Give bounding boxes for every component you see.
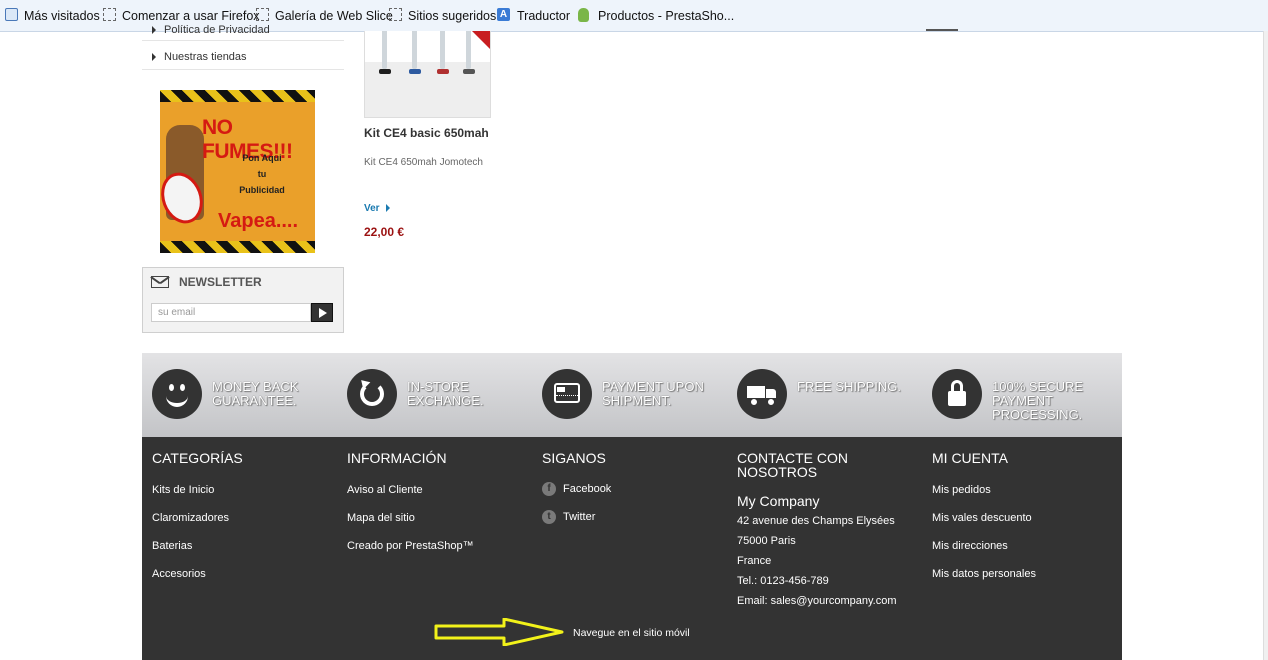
footer-link-vouchers[interactable]: Mis vales descuento bbox=[932, 512, 1032, 524]
contact-email[interactable]: Email: sales@yourcompany.com bbox=[737, 595, 897, 607]
product-description: Kit CE4 650mah Jomotech bbox=[364, 157, 483, 168]
product-price: 22,00 € bbox=[364, 225, 405, 239]
chevron-right-icon bbox=[385, 204, 390, 213]
ad-tagline: Vapea.... bbox=[218, 210, 299, 232]
divider bbox=[926, 29, 958, 31]
footer-link-clearomizers[interactable]: Claromizadores bbox=[152, 512, 229, 524]
footer-follow-us: SIGANOS f Facebook t Twitter bbox=[542, 450, 611, 524]
product-name-link[interactable]: Kit CE4 basic 650mah bbox=[364, 126, 489, 140]
bookmark-prestashop-products[interactable]: Productos - PrestaSho... bbox=[598, 8, 734, 24]
mobile-site-link[interactable]: Navegue en el sitio móvil bbox=[573, 627, 690, 639]
footer-information: INFORMACIÓN Aviso al Cliente Mapa del si… bbox=[347, 450, 474, 552]
twitter-icon: t bbox=[542, 510, 556, 524]
divider bbox=[142, 69, 344, 70]
truck-icon bbox=[737, 369, 787, 419]
product-image[interactable] bbox=[364, 31, 491, 118]
footer-link-kits[interactable]: Kits de Inicio bbox=[152, 484, 214, 496]
footer-link-facebook[interactable]: f Facebook bbox=[542, 482, 611, 496]
footer-heading: MI CUENTA bbox=[932, 450, 1008, 466]
footer-link-sitemap[interactable]: Mapa del sitio bbox=[347, 512, 415, 524]
sidebar-link-privacy[interactable]: Política de Privacidad bbox=[152, 24, 270, 36]
page-dashed-icon bbox=[256, 8, 269, 21]
contact-phone: Tel.: 0123-456-789 bbox=[737, 575, 829, 587]
refresh-icon bbox=[347, 369, 397, 419]
footer-contact: CONTACTE CON NOSOTROS My Company 42 aven… bbox=[737, 450, 897, 607]
footer-link-notice[interactable]: Aviso al Cliente bbox=[347, 484, 423, 496]
yellow-arrow-annotation bbox=[434, 618, 564, 646]
footer-link-batteries[interactable]: Baterias bbox=[152, 540, 192, 552]
hazard-stripe bbox=[160, 90, 315, 102]
chevron-right-icon bbox=[152, 26, 156, 35]
footer-heading: INFORMACIÓN bbox=[347, 450, 447, 466]
footer-link-twitter[interactable]: t Twitter bbox=[542, 510, 595, 524]
envelope-icon bbox=[151, 276, 169, 288]
bookmark-translator[interactable]: Traductor bbox=[517, 8, 570, 24]
footer-link-personal-data[interactable]: Mis datos personales bbox=[932, 568, 1036, 580]
product-view-link[interactable]: Ver bbox=[364, 203, 390, 214]
contact-address: 42 avenue des Champs Elysées bbox=[737, 515, 895, 527]
page-scrollbar[interactable] bbox=[1263, 31, 1268, 660]
newsletter-submit-button[interactable] bbox=[311, 303, 333, 322]
ad-body: Pon Aqui tu Publicidad bbox=[239, 153, 285, 195]
sidebar-link-our-stores[interactable]: Nuestras tiendas bbox=[152, 51, 247, 63]
divider bbox=[142, 40, 344, 41]
footer-link-accessories[interactable]: Accesorios bbox=[152, 568, 206, 580]
footer-heading: SIGANOS bbox=[542, 450, 606, 466]
bookmark-web-slice-gallery[interactable]: Galería de Web Slice bbox=[275, 8, 393, 24]
contact-country: France bbox=[737, 555, 772, 567]
page-dashed-icon bbox=[389, 8, 402, 21]
newsletter-block: NEWSLETTER bbox=[142, 267, 344, 333]
lock-icon bbox=[932, 369, 982, 419]
footer-my-account: MI CUENTA Mis pedidos Mis vales descuent… bbox=[932, 450, 1036, 580]
facebook-icon: f bbox=[542, 482, 556, 496]
prestashop-icon bbox=[578, 8, 589, 22]
company-name: My Company bbox=[737, 493, 820, 509]
footer-link-addresses[interactable]: Mis direcciones bbox=[932, 540, 1008, 552]
bookmark-most-visited[interactable]: Más visitados bbox=[24, 8, 100, 24]
chevron-right-icon bbox=[152, 53, 156, 62]
footer-link-orders[interactable]: Mis pedidos bbox=[932, 484, 991, 496]
site-footer: CATEGORÍAS Kits de Inicio Claromizadores… bbox=[142, 437, 1122, 660]
footer-link-prestashop[interactable]: Creado por PrestaShop™ bbox=[347, 540, 474, 552]
magnifier-icon bbox=[5, 8, 18, 21]
sale-ribbon bbox=[472, 31, 490, 49]
hazard-stripe bbox=[160, 241, 315, 253]
reassurance-band: MONEY BACK GUARANTEE. IN-STORE EXCHANGE.… bbox=[142, 353, 1122, 437]
advertising-banner[interactable]: NO FUMES!!! Pon Aqui tu Publicidad Vapea… bbox=[160, 90, 315, 253]
bookmark-suggested-sites[interactable]: Sitios sugeridos bbox=[408, 8, 496, 24]
translate-icon: A bbox=[497, 8, 510, 21]
newsletter-email-input[interactable] bbox=[151, 303, 311, 322]
footer-heading: CATEGORÍAS bbox=[152, 450, 243, 466]
bookmark-getting-started[interactable]: Comenzar a usar Firefox bbox=[122, 8, 260, 24]
smile-icon bbox=[152, 369, 202, 419]
footer-categories: CATEGORÍAS Kits de Inicio Claromizadores… bbox=[152, 450, 243, 580]
page-dashed-icon bbox=[103, 8, 116, 21]
contact-city: 75000 Paris bbox=[737, 535, 796, 547]
newsletter-title: NEWSLETTER bbox=[179, 275, 262, 289]
credit-card-icon bbox=[542, 369, 592, 419]
footer-heading: CONTACTE CON NOSOTROS bbox=[737, 450, 848, 480]
